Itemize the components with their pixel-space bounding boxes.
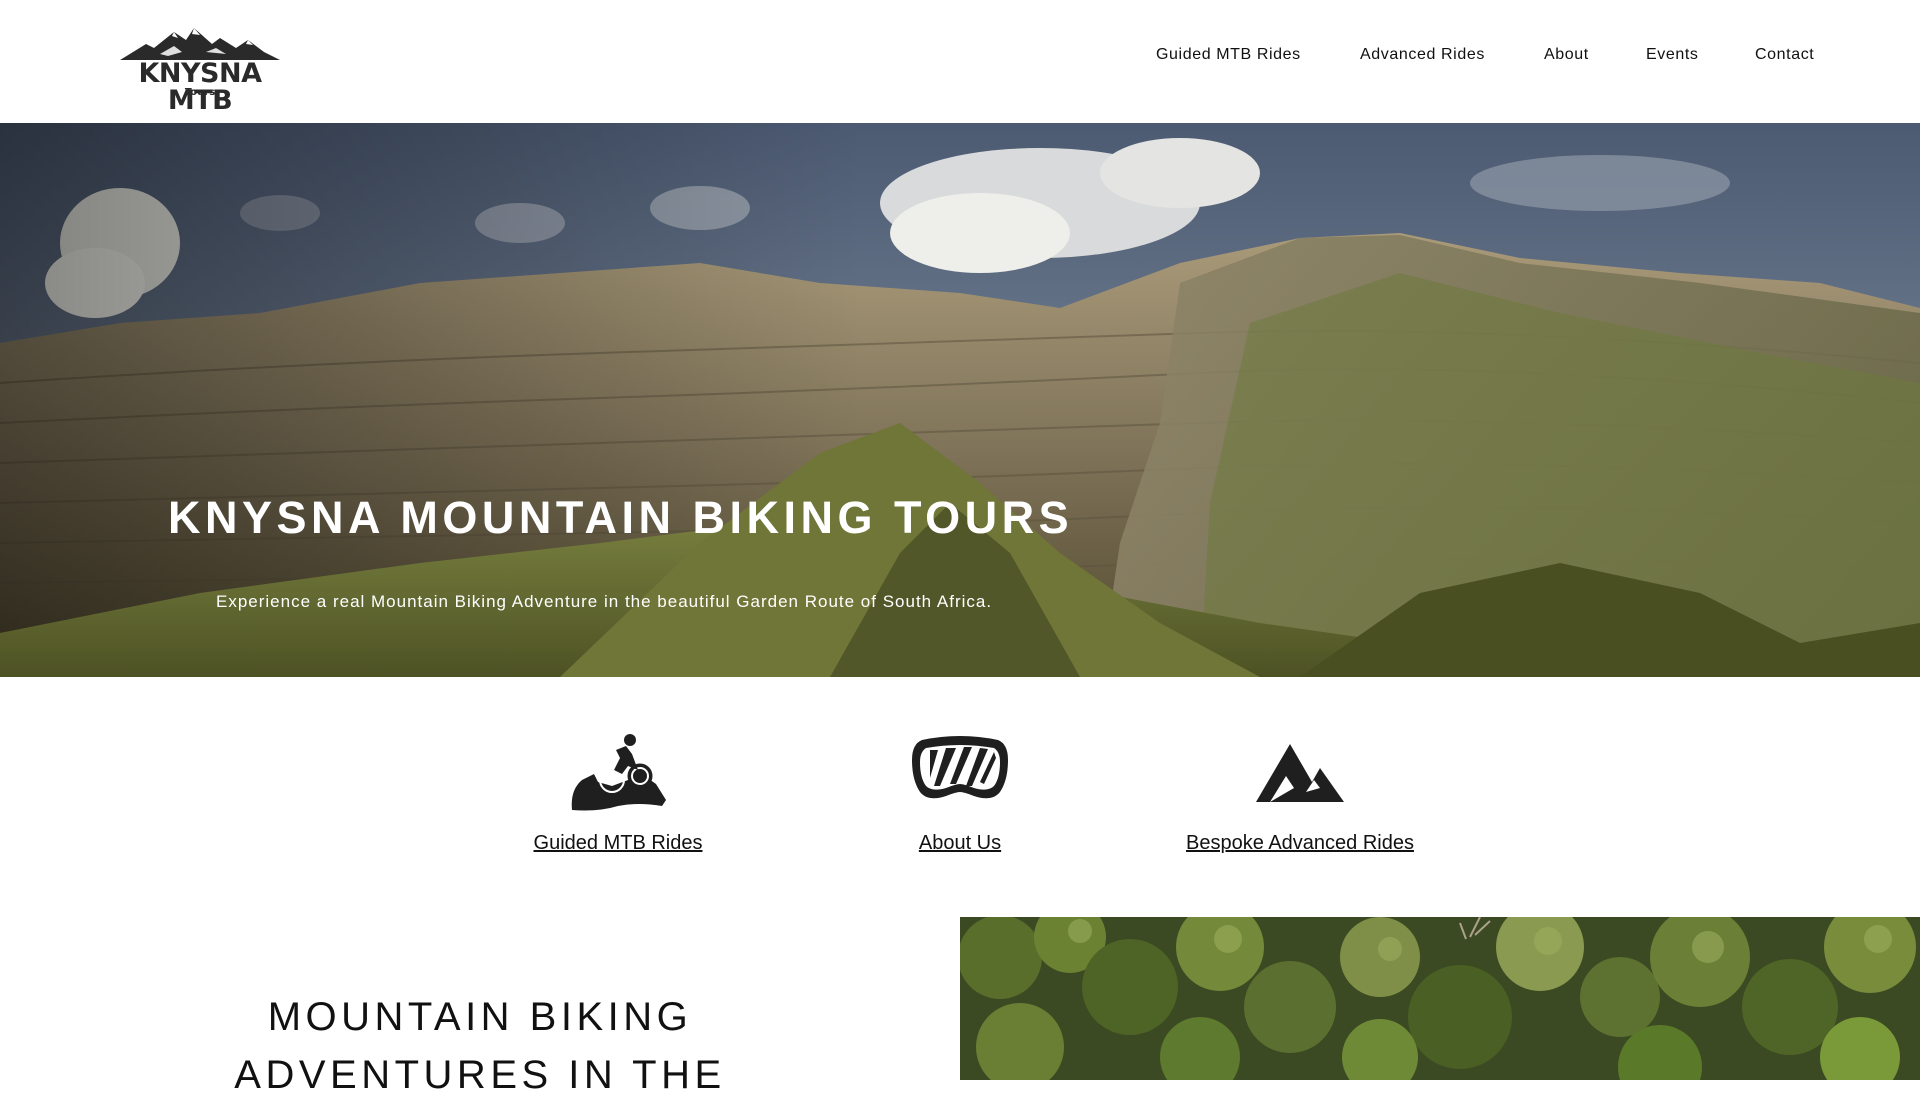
nav-advanced-rides[interactable]: Advanced Rides <box>1360 46 1485 64</box>
hero-title: KNYSNA MOUNTAIN BIKING TOURS <box>168 492 1074 543</box>
nav-events[interactable]: Events <box>1646 46 1699 64</box>
nav-contact[interactable]: Contact <box>1755 46 1814 64</box>
mountain-biker-icon <box>571 734 666 811</box>
site-logo[interactable]: KNYSNA MTB Tours <box>116 26 284 114</box>
about-us-link[interactable]: About Us <box>860 832 1060 855</box>
forest-aerial-image <box>960 917 1920 1080</box>
section-heading: MOUNTAIN BIKING ADVENTURES IN THE <box>234 995 726 1097</box>
logo-subtitle: Tours <box>184 87 216 98</box>
nav-about[interactable]: About <box>1544 46 1589 64</box>
site-header: KNYSNA MTB Tours Guided MTB Rides Advanc… <box>0 0 1920 123</box>
feature-guided-mtb-rides: Guided MTB Rides <box>518 730 718 855</box>
goggles-icon <box>912 736 1008 799</box>
feature-about-us: About Us <box>860 730 1060 855</box>
feature-bespoke-advanced-rides: Bespoke Advanced Rides <box>1180 730 1420 855</box>
hero-banner: KNYSNA MOUNTAIN BIKING TOURS Experience … <box>0 123 1920 677</box>
bespoke-advanced-rides-link[interactable]: Bespoke Advanced Rides <box>1180 832 1420 855</box>
guided-mtb-rides-link[interactable]: Guided MTB Rides <box>518 832 718 855</box>
mountains-icon <box>1256 744 1344 802</box>
nav-guided-mtb-rides[interactable]: Guided MTB Rides <box>1156 46 1301 64</box>
hero-subtitle: Experience a real Mountain Biking Advent… <box>216 592 993 611</box>
forest-canopy-picture <box>960 917 1920 1080</box>
